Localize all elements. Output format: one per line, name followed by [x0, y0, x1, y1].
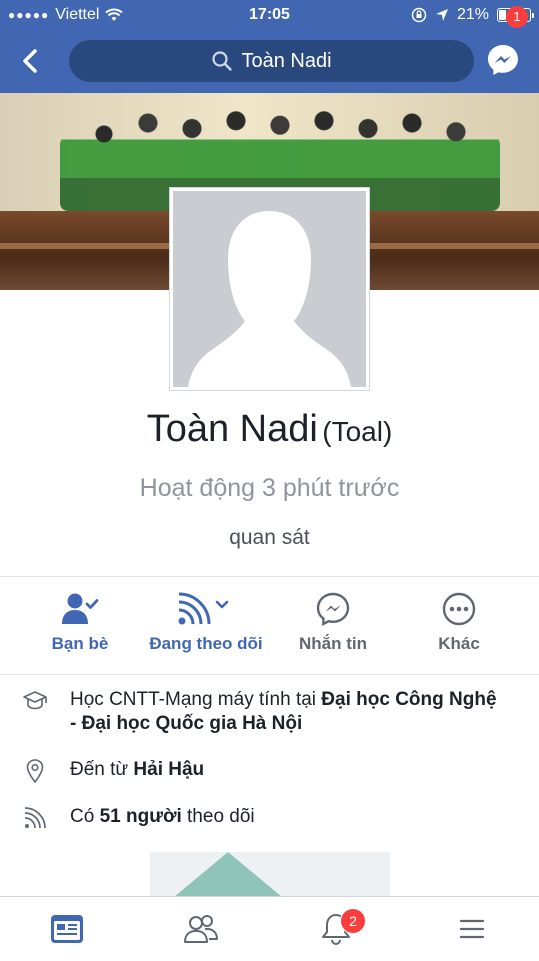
default-female-avatar-icon [188, 211, 351, 387]
messenger-icon [316, 592, 350, 627]
friends-button-label: Bạn bè [51, 634, 109, 653]
following-rss-icon [178, 592, 229, 625]
followers-count[interactable]: 51 người [100, 806, 182, 827]
search-text: Toàn Nadi [241, 49, 332, 72]
following-button-label: Đang theo dõi [149, 634, 263, 653]
back-arrow-icon[interactable] [16, 46, 46, 76]
friends-icon[interactable] [183, 911, 219, 947]
rss-icon [24, 807, 46, 829]
profile-alt-name: (Toal) [322, 416, 393, 447]
hometown-prefix: Đến từ [70, 759, 134, 780]
friends-check-icon [62, 593, 99, 624]
friends-button[interactable]: Bạn bè [30, 590, 130, 654]
photo-preview[interactable] [150, 852, 390, 902]
more-button[interactable]: Khác [414, 590, 504, 654]
activity-status: Hoạt động 3 phút trước [139, 474, 400, 502]
more-button-label: Khác [438, 634, 480, 653]
location-arrow-icon [435, 9, 448, 21]
message-button[interactable]: Nhắn tin [284, 590, 382, 654]
search-icon [212, 51, 233, 71]
messenger-badge: 1 [506, 6, 528, 28]
top-nav: Toàn Nadi [0, 30, 539, 93]
status-bar: ●●●●● Viettel 17:05 21% [0, 0, 539, 30]
bottom-tab-bar [0, 896, 539, 961]
education-prefix: Học CNTT-Mạng máy tính tại [70, 689, 322, 710]
message-button-label: Nhắn tin [299, 634, 367, 653]
notifications-badge: 2 [340, 908, 366, 934]
avatar [173, 191, 366, 387]
battery-percent: 21% [456, 6, 489, 23]
news-feed-icon[interactable] [49, 911, 85, 947]
location-pin-icon [26, 759, 44, 784]
profile-picture[interactable] [169, 187, 370, 391]
profile-name: Toàn Nadi [146, 408, 318, 450]
search-bar[interactable]: Toàn Nadi [69, 40, 474, 82]
followers-prefix: Có [70, 806, 100, 827]
graduation-cap-icon [23, 691, 47, 710]
profile-actions: Bạn bè Đang theo dõi Nhắn tin Khác [0, 590, 539, 662]
messenger-icon[interactable] [485, 42, 521, 78]
followers-suffix: theo dõi [181, 806, 255, 827]
more-icon [442, 592, 476, 626]
profile-name-row: Toàn Nadi (Toal) [0, 408, 539, 451]
divider [0, 576, 539, 577]
observe-link[interactable]: quan sát [0, 526, 539, 550]
following-button[interactable]: Đang theo dõi [140, 590, 272, 654]
hometown-place[interactable]: Hải Hậu [133, 759, 204, 780]
divider [0, 674, 539, 675]
menu-icon[interactable] [454, 911, 490, 947]
rotation-lock-icon [411, 7, 427, 23]
